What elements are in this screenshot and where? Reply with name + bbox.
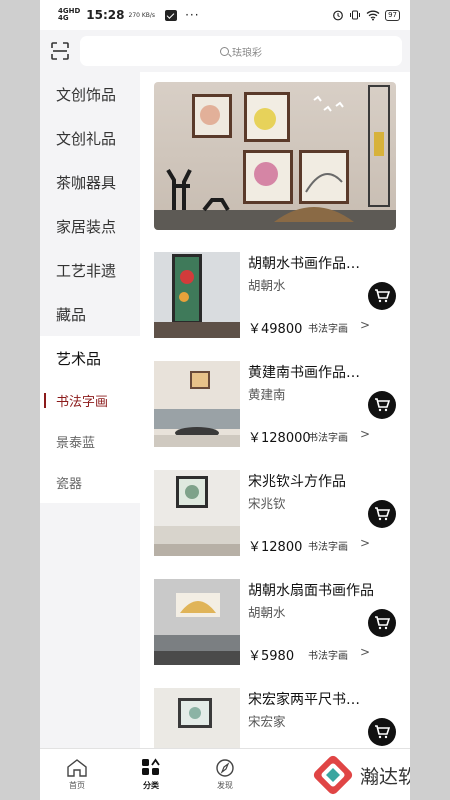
product-title: 黄建南书画作品… [248, 365, 360, 381]
product-title: 胡朝水扇面书画作品 [248, 583, 374, 599]
category-icon [142, 758, 160, 775]
nav-home-label: 首页 [69, 781, 85, 790]
product-card[interactable]: 黄建南书画作品… 黄建南 ￥128000 书法字画 > [154, 361, 404, 451]
network-indicator: 4GHD 4G [58, 7, 81, 22]
product-price: ￥128000 [248, 431, 311, 446]
product-card[interactable]: 胡朝水扇面书画作品 胡朝水 ￥5980 书法字画 > [154, 579, 404, 669]
sidebar-item-wenchuang-gifts[interactable]: 文创礼品 [40, 116, 140, 160]
cart-icon [375, 289, 390, 303]
sidebar-sub-calligraphy-painting[interactable]: 书法字画 [40, 380, 140, 421]
status-bar: 4GHD 4G 15:28 270 KB/s ··· 97 [40, 0, 410, 30]
product-price: ￥5980 [248, 649, 295, 664]
home-icon [67, 759, 87, 777]
search-placeholder: 珐琅彩 [232, 47, 262, 59]
cart-icon [375, 507, 390, 521]
nav-discover-label: 发现 [217, 781, 233, 790]
product-list-panel: 胡朝水书画作品… 胡朝水 ￥49800 书法字画 > 黄建南书画作品… 黄建南 … [140, 72, 410, 748]
product-category[interactable]: 书法字画 [308, 320, 348, 335]
product-title: 宋宏家两平尺书… [248, 692, 360, 708]
search-header: 珐琅彩 [40, 30, 410, 72]
product-image [154, 252, 240, 338]
chevron-right-icon[interactable]: > [360, 427, 370, 441]
battery-indicator: 97 [385, 9, 400, 21]
watermark-logo [313, 755, 353, 795]
cart-icon [375, 725, 390, 739]
product-price: ￥49800 [248, 322, 303, 337]
category-banner[interactable] [154, 82, 396, 230]
product-title: 宋兆钦斗方作品 [248, 474, 346, 490]
watermark: 瀚达软件园 [312, 750, 410, 800]
add-to-cart-button[interactable] [368, 391, 396, 419]
product-author: 黄建南 [248, 387, 286, 402]
product-category[interactable]: 书法字画 [308, 647, 348, 662]
network-speed: 270 KB/s [128, 11, 156, 19]
product-author: 宋宏家 [248, 714, 286, 729]
add-to-cart-button[interactable] [368, 609, 396, 637]
product-title: 胡朝水书画作品… [248, 256, 360, 272]
search-icon [220, 46, 229, 56]
product-category[interactable]: 书法字画 [308, 429, 348, 444]
chevron-right-icon[interactable]: > [360, 536, 370, 550]
sidebar-item-wenchuang-accessories[interactable]: 文创饰品 [40, 72, 140, 116]
category-sidebar: 文创饰品 文创礼品 茶咖器具 家居装点 工艺非遗 藏品 艺术品 书法字画 景泰蓝… [40, 72, 140, 748]
scan-icon [51, 42, 69, 60]
product-image [154, 470, 240, 556]
product-image [154, 361, 240, 447]
add-to-cart-button[interactable] [368, 718, 396, 746]
chevron-right-icon[interactable]: > [360, 318, 370, 332]
more-notifications: ··· [185, 8, 200, 22]
product-card[interactable]: 宋宏家两平尺书… 宋宏家 [154, 688, 404, 748]
product-author: 宋兆钦 [248, 496, 286, 511]
product-card[interactable]: 胡朝水书画作品… 胡朝水 ￥49800 书法字画 > [154, 252, 404, 342]
vibrate-icon [350, 10, 361, 20]
chevron-right-icon[interactable]: > [360, 645, 370, 659]
sidebar-item-home-decor[interactable]: 家居装点 [40, 204, 140, 248]
product-card[interactable]: 宋兆钦斗方作品 宋兆钦 ￥12800 书法字画 > [154, 470, 404, 560]
sidebar-item-collectibles[interactable]: 藏品 [40, 292, 140, 336]
cart-icon [375, 616, 390, 630]
clock: 15:28 [86, 8, 125, 22]
cart-icon [375, 398, 390, 412]
scan-button[interactable] [40, 41, 80, 61]
wifi-icon [366, 10, 380, 21]
message-icon [165, 9, 178, 21]
sidebar-sub-cloisonne[interactable]: 景泰蓝 [40, 421, 140, 462]
search-input[interactable]: 珐琅彩 [80, 36, 402, 66]
product-image [154, 688, 240, 748]
banner-image [154, 82, 396, 230]
sidebar-sub-porcelain[interactable]: 瓷器 [40, 462, 140, 503]
compass-icon [216, 759, 234, 777]
product-price: ￥12800 [248, 540, 303, 555]
add-to-cart-button[interactable] [368, 282, 396, 310]
nav-category[interactable]: 分类 [114, 749, 188, 800]
watermark-text: 瀚达软件园 [360, 765, 410, 788]
add-to-cart-button[interactable] [368, 500, 396, 528]
sidebar-item-artworks[interactable]: 艺术品 [40, 336, 140, 380]
app-screen: 4GHD 4G 15:28 270 KB/s ··· 97 珐琅彩 文创饰品 文… [40, 0, 410, 800]
product-author: 胡朝水 [248, 278, 286, 293]
alarm-icon [333, 10, 343, 21]
nav-discover[interactable]: 发现 [188, 749, 262, 800]
nav-home[interactable]: 首页 [40, 749, 114, 800]
product-image [154, 579, 240, 665]
sidebar-item-crafts-heritage[interactable]: 工艺非遗 [40, 248, 140, 292]
product-author: 胡朝水 [248, 605, 286, 620]
sidebar-item-tea-coffee[interactable]: 茶咖器具 [40, 160, 140, 204]
product-category[interactable]: 书法字画 [308, 538, 348, 553]
nav-category-label: 分类 [143, 781, 159, 790]
